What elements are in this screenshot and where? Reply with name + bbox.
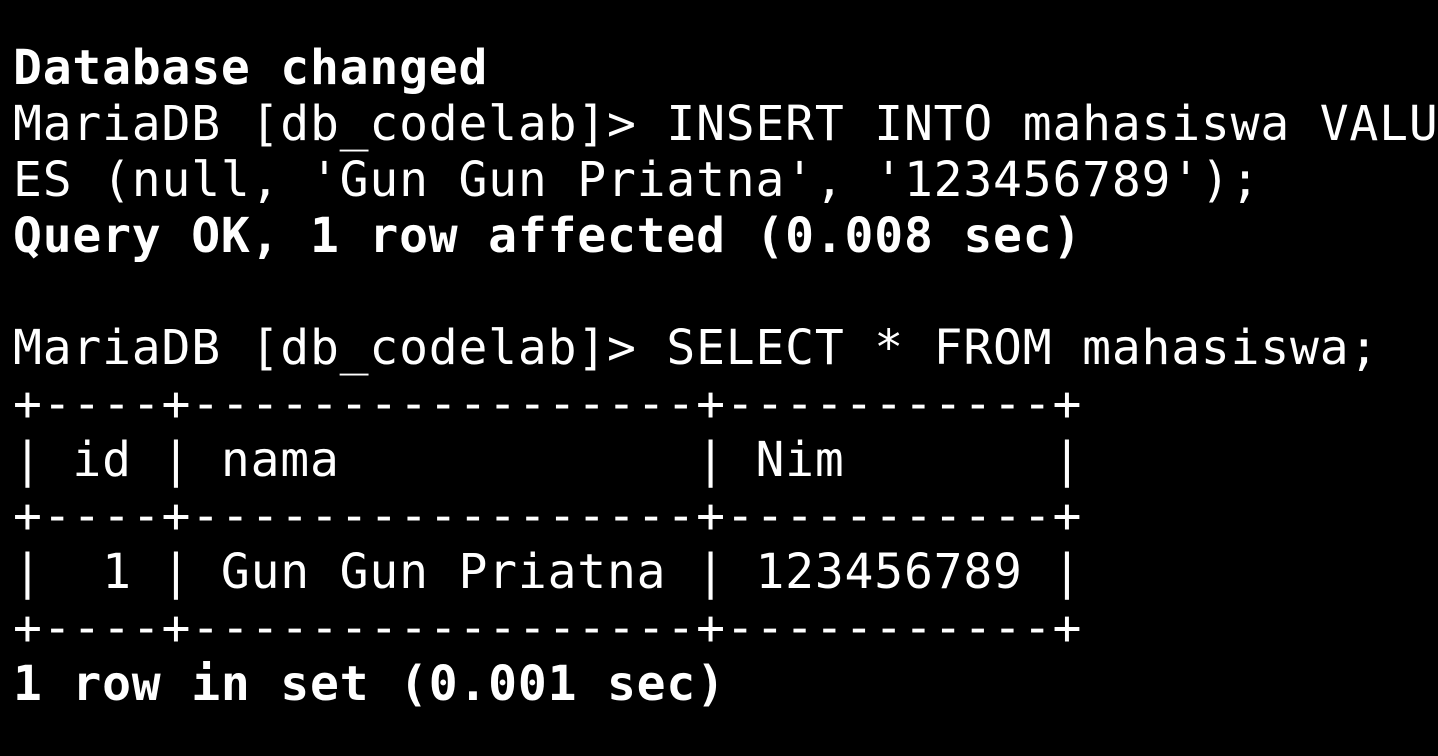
select-command-line: MariaDB [db_codelab]> SELECT * FROM maha… bbox=[13, 320, 1380, 376]
table-border-bottom: +----+-----------------+-----------+ bbox=[13, 600, 1083, 656]
status-database-changed: Database changed bbox=[13, 40, 489, 96]
row-count-status: 1 row in set (0.001 sec) bbox=[13, 656, 726, 712]
insert-command-line-2: ES (null, 'Gun Gun Priatna', '123456789'… bbox=[13, 152, 1261, 208]
query-ok-status: Query OK, 1 row affected (0.008 sec) bbox=[13, 208, 1083, 264]
terminal-output[interactable]: Database changed MariaDB [db_codelab]> I… bbox=[13, 40, 1438, 712]
table-border-top: +----+-----------------+-----------+ bbox=[13, 376, 1083, 432]
table-border-header: +----+-----------------+-----------+ bbox=[13, 488, 1083, 544]
table-row: | 1 | Gun Gun Priatna | 123456789 | bbox=[13, 544, 1083, 600]
insert-command-line-1: MariaDB [db_codelab]> INSERT INTO mahasi… bbox=[13, 96, 1438, 152]
table-header-row: | id | nama | Nim | bbox=[13, 432, 1083, 488]
